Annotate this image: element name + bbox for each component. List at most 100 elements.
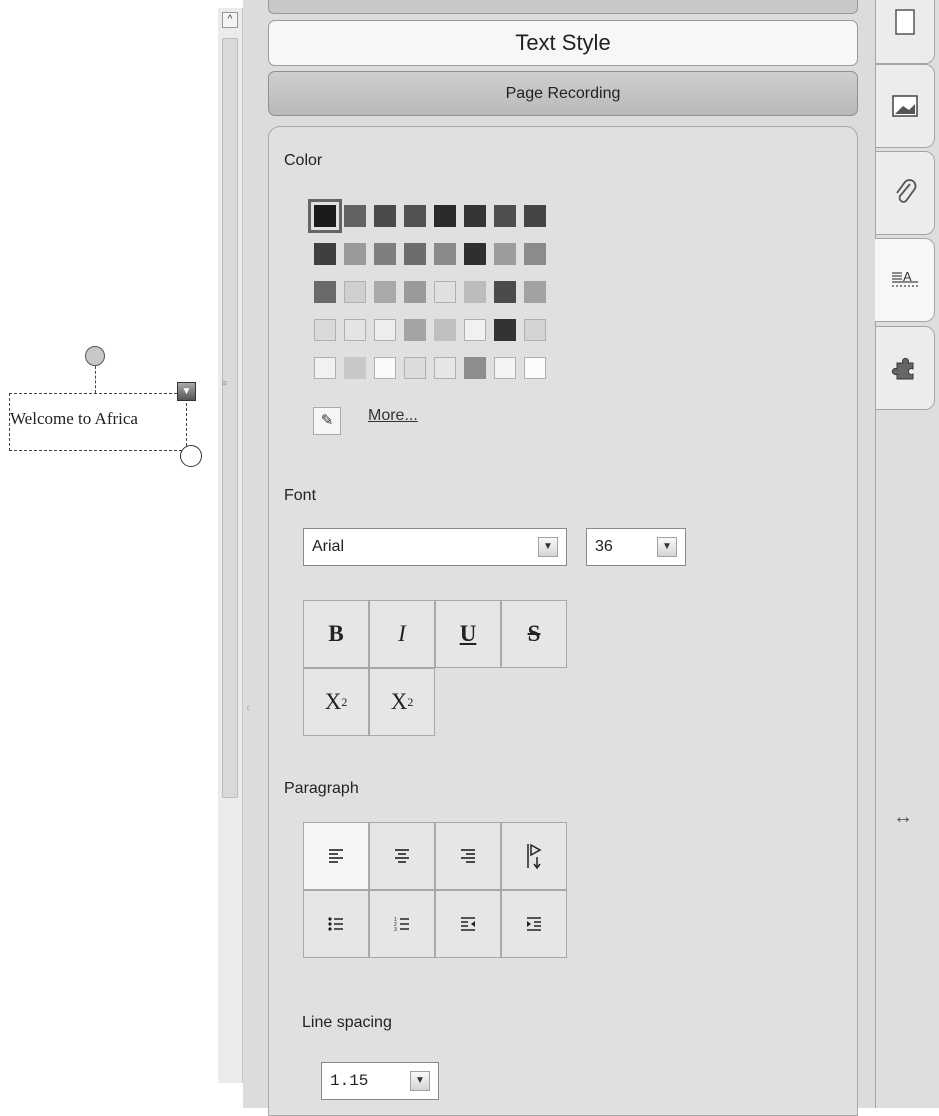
align-center-button[interactable] — [369, 822, 435, 890]
bold-button[interactable]: B — [303, 600, 369, 668]
color-swatch[interactable] — [494, 281, 516, 303]
color-swatch[interactable] — [404, 319, 426, 341]
color-swatch[interactable] — [464, 243, 486, 265]
text-object[interactable]: Welcome to Africa — [9, 393, 187, 451]
color-swatch[interactable] — [404, 205, 426, 227]
line-spacing-select[interactable]: 1.15 ▼ — [321, 1062, 439, 1100]
color-swatch[interactable] — [524, 281, 546, 303]
color-swatch[interactable] — [374, 357, 396, 379]
color-swatch[interactable] — [314, 319, 336, 341]
numbered-list-button[interactable]: 123 — [369, 890, 435, 958]
color-swatch[interactable] — [464, 205, 486, 227]
color-swatch[interactable] — [494, 319, 516, 341]
tab-properties[interactable]: A — [875, 238, 935, 322]
color-swatch[interactable] — [464, 319, 486, 341]
more-colors-link[interactable]: More... — [368, 407, 418, 425]
color-swatch[interactable] — [494, 357, 516, 379]
color-swatch[interactable] — [404, 243, 426, 265]
color-swatch[interactable] — [314, 281, 336, 303]
increase-indent-button[interactable] — [501, 890, 567, 958]
font-size-value: 36 — [595, 538, 613, 555]
header-text-style[interactable]: Text Style — [268, 20, 858, 66]
text-direction-button[interactable] — [501, 822, 567, 890]
header-page-recording[interactable]: Page Recording — [268, 71, 858, 116]
rotate-handle[interactable] — [85, 346, 105, 366]
color-swatch[interactable] — [374, 319, 396, 341]
color-swatch[interactable] — [434, 243, 456, 265]
bold-label: B — [328, 621, 344, 646]
color-swatch[interactable] — [434, 205, 456, 227]
gallery-icon — [892, 95, 918, 117]
align-right-button[interactable] — [435, 822, 501, 890]
svg-text:3: 3 — [394, 927, 397, 933]
scroll-thumb[interactable] — [222, 38, 238, 798]
color-swatch[interactable] — [344, 243, 366, 265]
italic-button[interactable]: I — [369, 600, 435, 668]
color-swatch[interactable] — [374, 205, 396, 227]
superscript-mark: 2 — [407, 694, 414, 709]
color-swatch[interactable] — [314, 243, 336, 265]
color-swatch[interactable] — [308, 199, 342, 233]
collapse-panel-icon[interactable]: ‹ — [246, 700, 250, 714]
line-spacing-label: Line spacing — [302, 1014, 392, 1031]
font-family-select[interactable]: Arial ▼ — [303, 528, 567, 566]
color-swatch[interactable] — [524, 205, 546, 227]
tab-gallery[interactable] — [875, 64, 935, 148]
decrease-indent-button[interactable] — [435, 890, 501, 958]
font-size-select[interactable]: 36 ▼ — [586, 528, 686, 566]
color-swatch[interactable] — [464, 281, 486, 303]
subscript-base: X — [324, 689, 342, 714]
color-swatch[interactable] — [404, 281, 426, 303]
vertical-scrollbar[interactable]: ^ ≡ — [218, 8, 243, 1083]
color-swatch[interactable] — [434, 281, 456, 303]
subscript-mark: 2 — [341, 694, 348, 709]
align-left-button[interactable] — [303, 822, 369, 890]
underline-button[interactable]: U — [435, 600, 501, 668]
color-section-label: Color — [284, 152, 323, 169]
object-menu-button[interactable]: ▼ — [177, 382, 196, 401]
color-swatch[interactable] — [464, 357, 486, 379]
eyedropper-icon[interactable]: ✎ — [313, 407, 341, 435]
color-swatch[interactable] — [524, 357, 546, 379]
color-swatch[interactable] — [344, 319, 366, 341]
text-object-label[interactable]: Welcome to Africa — [10, 409, 138, 429]
color-swatch[interactable] — [494, 205, 516, 227]
decrease-indent-icon — [461, 917, 475, 931]
chevron-down-icon[interactable]: ▼ — [538, 537, 558, 557]
subscript-button[interactable]: X2 — [303, 668, 369, 736]
color-swatch[interactable] — [404, 357, 426, 379]
color-swatch[interactable] — [374, 243, 396, 265]
color-swatch[interactable] — [344, 357, 366, 379]
tab-pages[interactable] — [875, 0, 935, 64]
bullet-list-icon — [328, 917, 343, 931]
color-swatch[interactable] — [494, 243, 516, 265]
chevron-down-icon[interactable]: ▼ — [657, 537, 677, 557]
chevron-down-icon[interactable]: ▼ — [410, 1071, 430, 1091]
strikethrough-label: S — [527, 621, 541, 646]
tab-attachments[interactable] — [875, 151, 935, 235]
align-right-icon — [461, 849, 475, 863]
italic-label: I — [398, 621, 406, 646]
color-swatch[interactable] — [374, 281, 396, 303]
color-swatch[interactable] — [524, 319, 546, 341]
color-swatch[interactable] — [314, 357, 336, 379]
strikethrough-button[interactable]: S — [501, 600, 567, 668]
color-swatch[interactable] — [434, 357, 456, 379]
superscript-button[interactable]: X2 — [369, 668, 435, 736]
attachment-icon — [896, 179, 917, 203]
paragraph-section-label: Paragraph — [284, 780, 359, 797]
header-previous-section[interactable] — [268, 0, 858, 14]
svg-text:A: A — [903, 269, 912, 284]
resize-arrows-icon[interactable]: ↔ — [893, 806, 913, 829]
tab-addons[interactable] — [875, 326, 935, 410]
font-section-label: Font — [284, 487, 317, 504]
color-swatch[interactable] — [524, 243, 546, 265]
scroll-up-button[interactable]: ^ — [222, 12, 238, 28]
color-swatch[interactable] — [434, 319, 456, 341]
scroll-grip-icon: ≡ — [222, 378, 228, 388]
bullet-list-button[interactable] — [303, 890, 369, 958]
color-swatch[interactable] — [344, 281, 366, 303]
color-swatch[interactable] — [344, 205, 366, 227]
superscript-base: X — [390, 689, 408, 714]
resize-handle[interactable] — [180, 445, 202, 467]
